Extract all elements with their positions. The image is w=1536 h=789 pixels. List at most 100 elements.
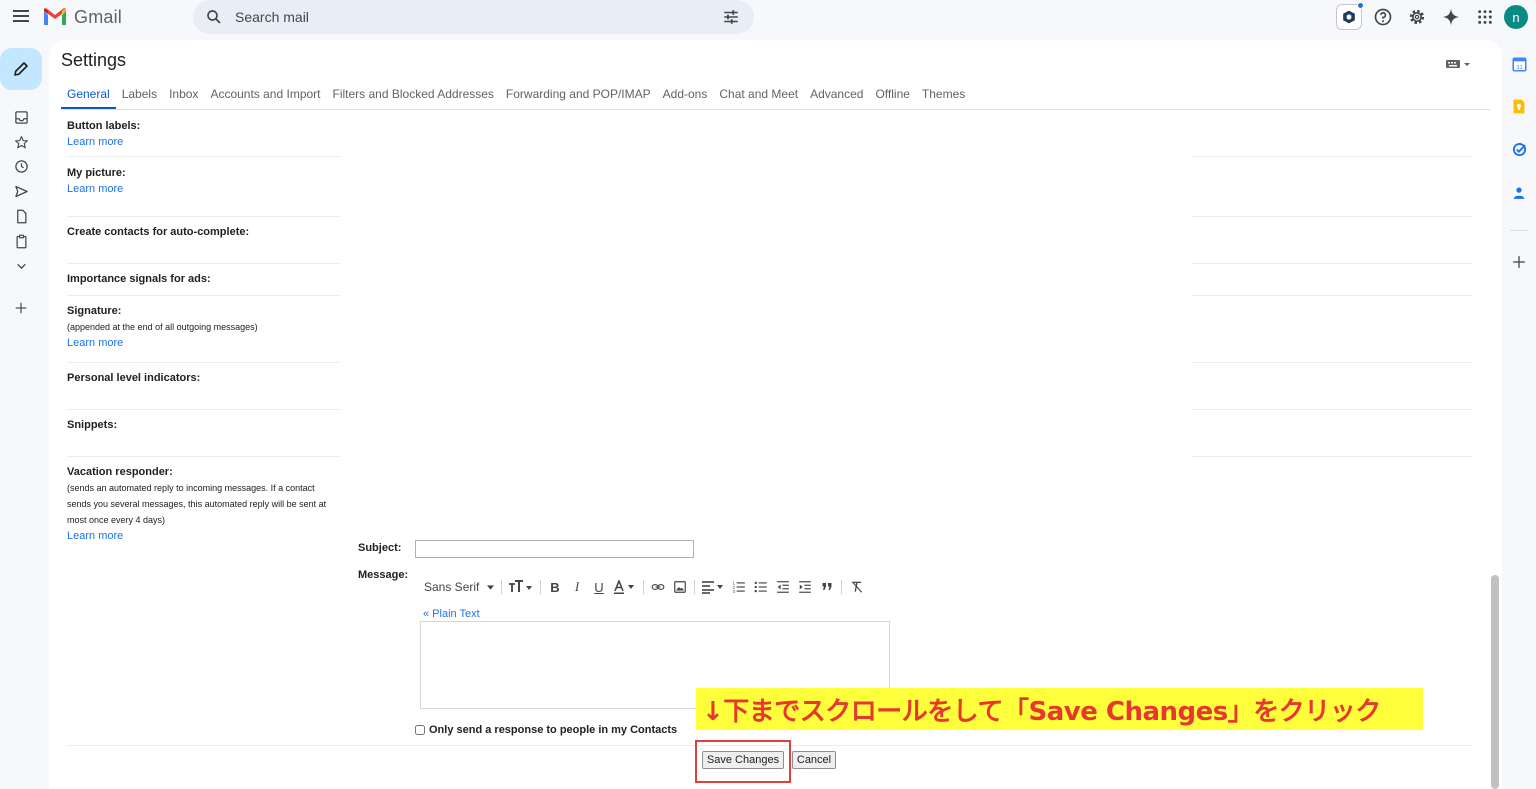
italic-button[interactable]: I <box>566 576 588 598</box>
nav-starred[interactable] <box>12 133 30 151</box>
tab-chat-meet[interactable]: Chat and Meet <box>713 87 804 109</box>
plus-icon <box>1513 256 1525 268</box>
settings-button[interactable] <box>1400 2 1434 32</box>
underline-button[interactable]: U <box>588 576 610 598</box>
compose-button[interactable] <box>0 48 42 90</box>
clipboard-icon <box>16 234 26 248</box>
setting-label: Create contacts for auto-complete: <box>67 226 250 238</box>
tab-offline[interactable]: Offline <box>869 87 915 109</box>
settings-tabs: General Labels Inbox Accounts and Import… <box>61 78 1490 110</box>
help-button[interactable] <box>1366 2 1400 32</box>
setting-label: Vacation responder: <box>67 466 173 478</box>
apps-button[interactable] <box>1468 2 1502 32</box>
tab-general[interactable]: General <box>61 87 116 109</box>
bulleted-list-button[interactable] <box>750 576 772 598</box>
setting-label: My picture: <box>67 167 126 179</box>
learn-more-link[interactable]: Learn more <box>67 181 340 197</box>
text-color-button[interactable] <box>610 576 640 598</box>
text-size-icon <box>509 580 532 592</box>
star-icon <box>14 135 28 148</box>
font-size-button[interactable] <box>505 576 537 598</box>
indent-less-button[interactable] <box>772 576 794 598</box>
cancel-button[interactable]: Cancel <box>792 751 836 769</box>
calendar-icon: 31 <box>1511 56 1527 72</box>
nav-more[interactable] <box>12 257 30 275</box>
divider <box>1191 362 1472 363</box>
setting-vacation-responder: Vacation responder: (sends an automated … <box>67 464 340 544</box>
avatar: n <box>1504 5 1528 29</box>
contacts-only-checkbox[interactable] <box>415 725 425 735</box>
learn-more-link[interactable]: Learn more <box>67 134 340 150</box>
gmail-logo[interactable]: Gmail <box>42 4 122 30</box>
link-button[interactable] <box>647 576 669 598</box>
numbered-list-icon: 123 <box>733 581 745 594</box>
nav-sent[interactable] <box>12 182 30 200</box>
subject-input[interactable] <box>415 540 694 558</box>
nav-inbox[interactable] <box>12 108 30 126</box>
toolbar-divider <box>501 580 502 594</box>
left-nav <box>0 40 48 789</box>
align-button[interactable] <box>698 576 728 598</box>
indent-more-button[interactable] <box>794 576 816 598</box>
contacts-app-button[interactable] <box>1511 185 1527 201</box>
search-icon[interactable] <box>205 8 223 26</box>
align-left-icon <box>702 581 723 594</box>
tab-advanced[interactable]: Advanced <box>804 87 869 109</box>
divider <box>67 263 340 264</box>
tab-filters-blocked[interactable]: Filters and Blocked Addresses <box>327 87 500 109</box>
underline-icon: U <box>594 579 604 595</box>
nav-drafts[interactable] <box>12 207 30 225</box>
font-family-select[interactable]: Sans Serif <box>420 576 498 598</box>
learn-more-link[interactable]: Learn more <box>67 528 340 544</box>
nav-create-label[interactable] <box>12 299 30 317</box>
divider <box>1191 216 1472 217</box>
remove-formatting-button[interactable] <box>845 576 869 598</box>
gemini-button[interactable] <box>1434 2 1468 32</box>
search-options-icon[interactable] <box>722 8 740 26</box>
chevron-down-icon <box>16 263 26 269</box>
input-tools-button[interactable] <box>1446 56 1472 74</box>
get-addons-button[interactable] <box>1511 254 1527 270</box>
send-icon <box>14 185 28 197</box>
rail-divider <box>1510 230 1528 231</box>
plain-text-link[interactable]: « Plain Text <box>423 608 480 620</box>
tab-accounts-import[interactable]: Accounts and Import <box>204 87 326 109</box>
setting-my-picture: My picture: Learn more <box>67 165 340 197</box>
quote-button[interactable] <box>816 576 838 598</box>
calendar-app-button[interactable]: 31 <box>1511 56 1527 72</box>
numbered-list-button[interactable]: 123 <box>728 576 750 598</box>
divider <box>67 156 340 157</box>
extension-button[interactable] <box>1332 2 1366 32</box>
tab-labels[interactable]: Labels <box>116 87 163 109</box>
caret-down-icon <box>487 584 494 590</box>
pencil-icon <box>14 62 28 76</box>
setting-label: Signature: <box>67 305 122 317</box>
top-bar: Gmail Search mail n <box>0 0 1536 40</box>
learn-more-link[interactable]: Learn more <box>67 335 340 351</box>
setting-description: sends you several messages, this automat… <box>67 499 327 509</box>
divider <box>67 362 340 363</box>
tab-add-ons[interactable]: Add-ons <box>657 87 714 109</box>
nav-snoozed[interactable] <box>12 157 30 175</box>
divider <box>67 456 340 457</box>
tab-forwarding-pop-imap[interactable]: Forwarding and POP/IMAP <box>500 87 657 109</box>
setting-signature: Signature: (appended at the end of all o… <box>67 303 340 351</box>
tab-themes[interactable]: Themes <box>916 87 971 109</box>
scrollbar-thumb[interactable] <box>1491 575 1499 789</box>
clock-icon <box>14 159 28 173</box>
tab-inbox[interactable]: Inbox <box>163 87 204 109</box>
main-menu-button[interactable] <box>11 7 31 27</box>
setting-description: most once every 4 days) <box>67 515 166 525</box>
setting-create-contacts: Create contacts for auto-complete: <box>67 224 340 240</box>
keep-app-button[interactable] <box>1511 98 1527 114</box>
setting-personal-level: Personal level indicators: <box>67 370 340 386</box>
tasks-app-button[interactable] <box>1511 141 1527 157</box>
keyboard-icon <box>1446 60 1470 68</box>
search-input[interactable] <box>235 0 705 34</box>
apps-grid-icon <box>1478 10 1492 24</box>
insert-image-button[interactable] <box>669 576 691 598</box>
bold-button[interactable]: B <box>544 576 566 598</box>
nav-purchases[interactable] <box>12 232 30 250</box>
plus-icon <box>15 302 27 314</box>
account-button[interactable]: n <box>1502 2 1536 32</box>
